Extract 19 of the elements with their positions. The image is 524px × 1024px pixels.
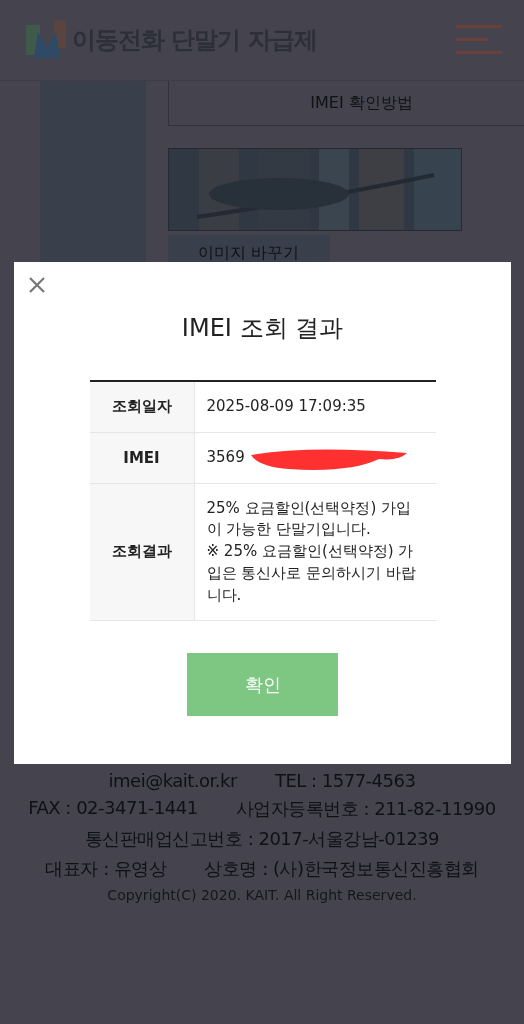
table-cell: 25% 요금할인(선택약정) 가입이 가능한 단말기입니다. ※ 25% 요금할인(선택약정) 가입은 통신사로 문의하시기 바랍니다. <box>206 498 416 604</box>
footer-text: 사업자등록번호 : 211-82-11990 <box>235 797 496 821</box>
dialog-title: IMEI 조회 결과 <box>181 313 344 344</box>
table-header-cell: 조회일자 <box>89 381 194 433</box>
table-cell: 3569 <box>206 447 245 466</box>
footer-text: 대표자 : 유영상 <box>45 857 167 881</box>
tab[interactable]: IMEI 확인방법 <box>168 81 524 126</box>
refresh-image-button[interactable]: 이미지 바꾸기 <box>168 235 330 265</box>
close-icon[interactable] <box>28 276 46 294</box>
confirm-button[interactable]: 확인 <box>187 653 338 717</box>
table-cell: 2025-08-09 17:09:35 <box>206 397 366 415</box>
table-header-cell: IMEI <box>89 432 194 483</box>
footer-text: 통신판매업신고번호 : 2017-서울강남-01239 <box>84 827 440 851</box>
footer-text: TEL : 1577-4563 <box>274 770 416 791</box>
footer-text: FAX : 02-3471-1441 <box>28 797 198 820</box>
footer-text: 상호명 : (사)한국정보통신진흥협회 <box>204 857 479 881</box>
footer-text: imei@kait.or.kr <box>108 770 237 791</box>
table-header-cell: 조회결과 <box>89 483 194 621</box>
logo-icon <box>26 20 68 60</box>
